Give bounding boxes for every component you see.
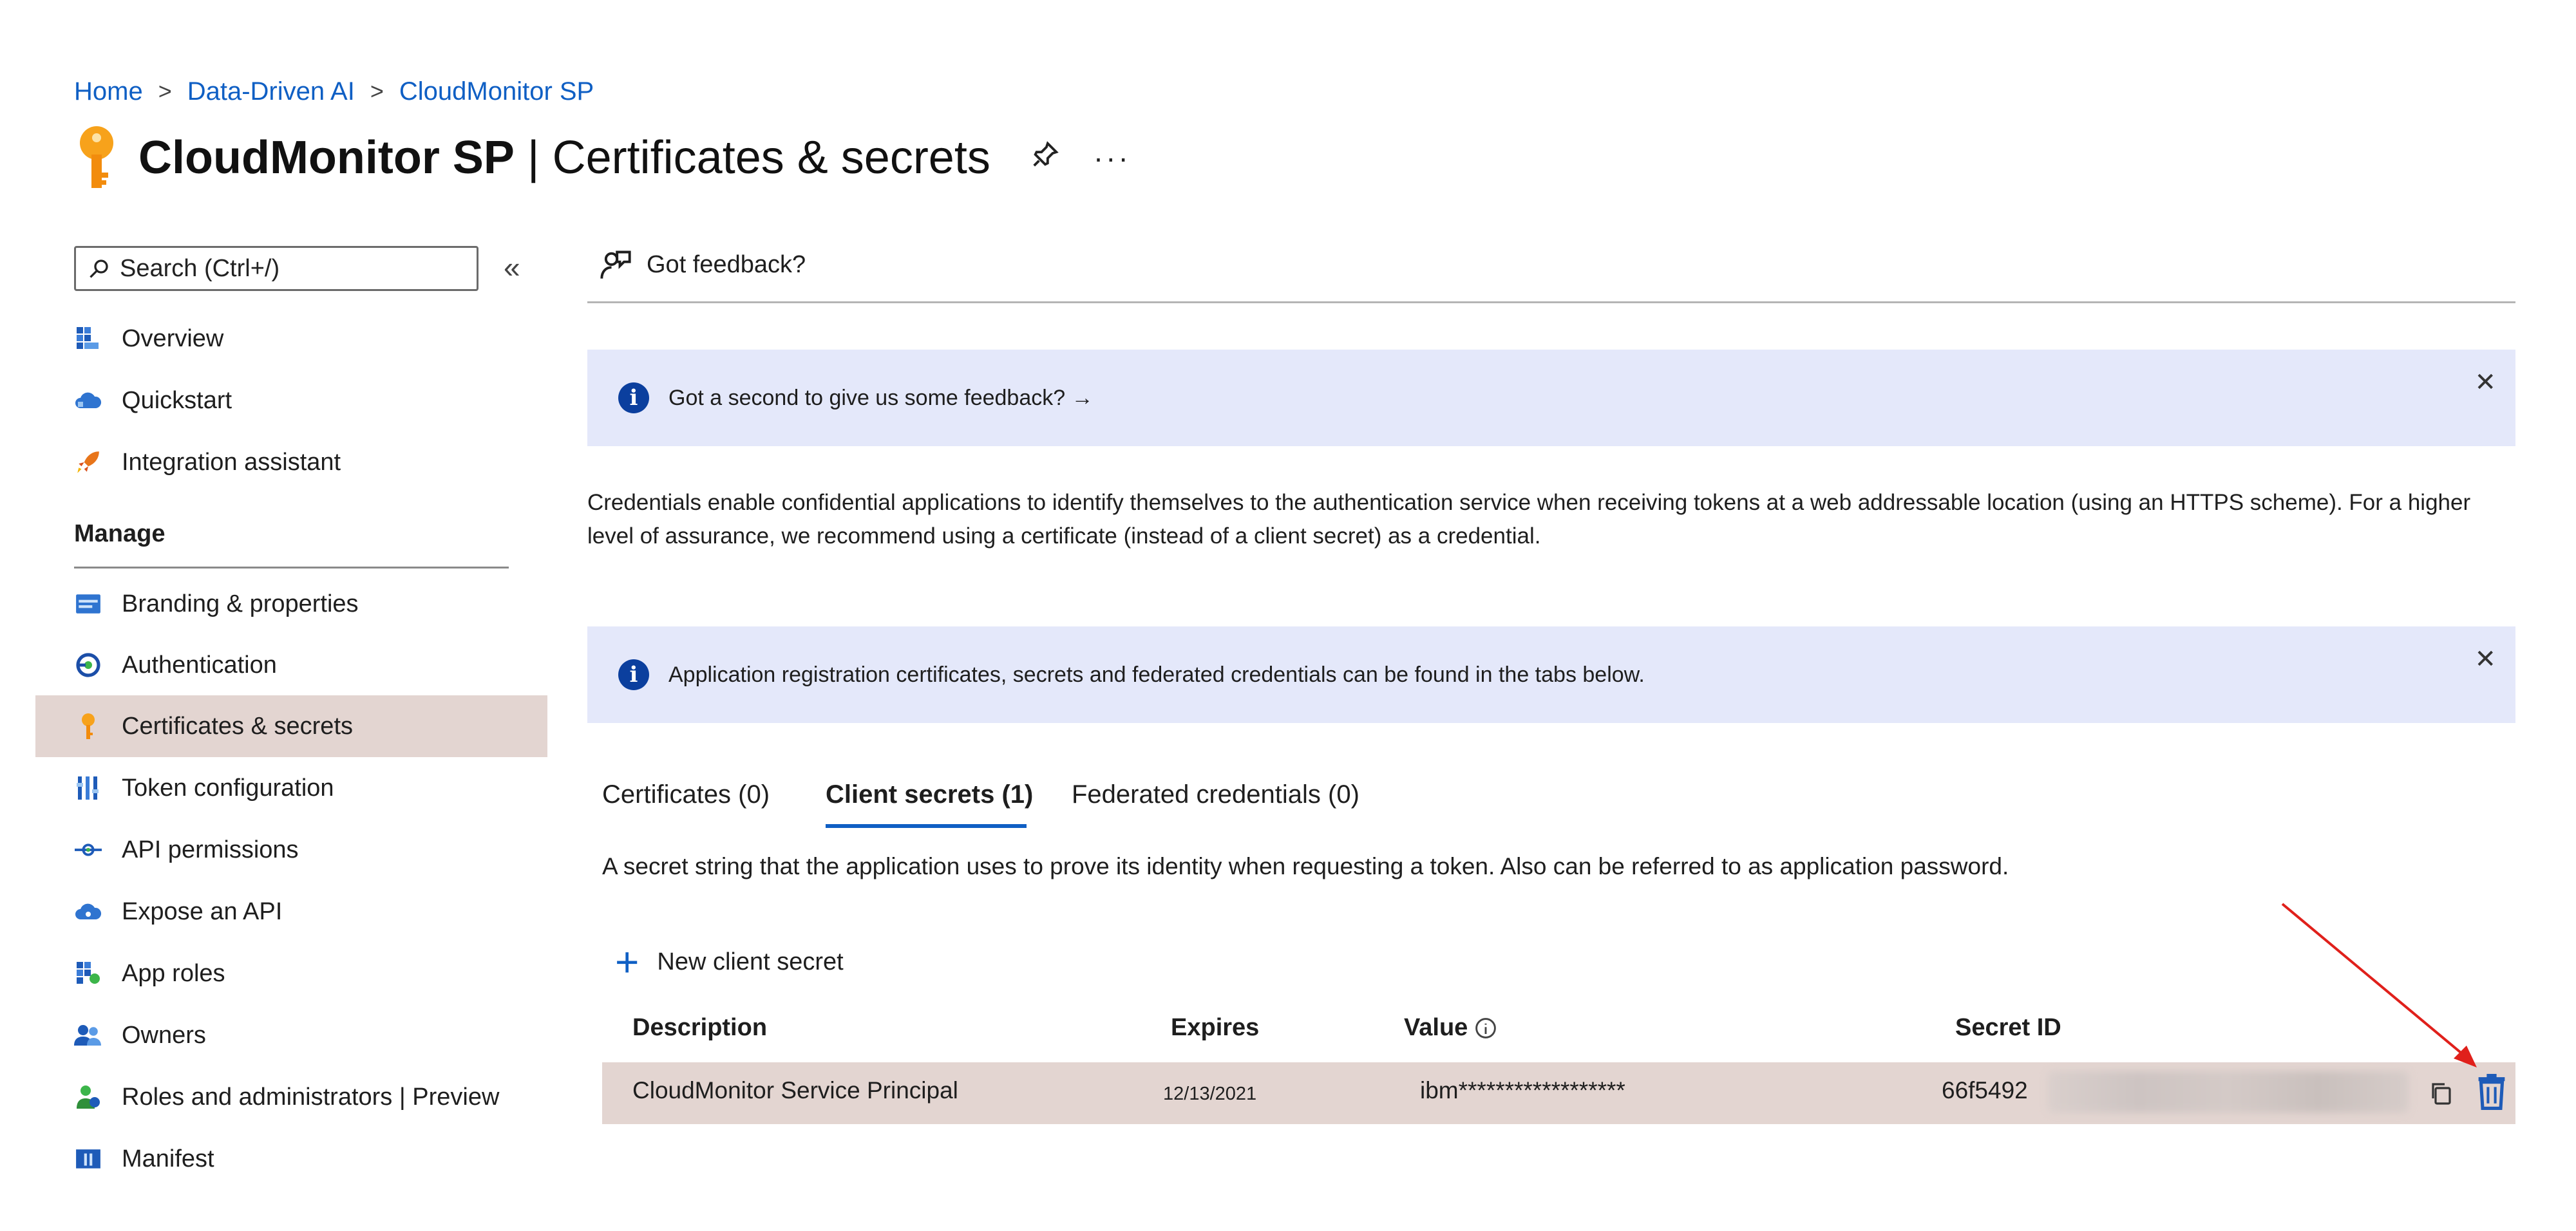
sidebar-item-authentication[interactable]: Authentication: [35, 634, 547, 696]
feedback-icon: [600, 250, 631, 279]
feedback-banner[interactable]: i Got a second to give us some feedback?…: [587, 350, 2515, 446]
sidebar-item-label: Quickstart: [122, 386, 232, 414]
column-header-expires: Expires: [1171, 1014, 1260, 1041]
owners-icon: [74, 1021, 102, 1049]
column-header-description: Description: [632, 1014, 768, 1041]
rocket-icon: [74, 448, 102, 476]
delete-icon[interactable]: [2477, 1074, 2506, 1113]
manage-section-heading: Manage: [74, 520, 166, 547]
tab-client-secrets[interactable]: Client secrets (1): [826, 780, 1033, 809]
sidebar-search-input[interactable]: Search (Ctrl+/): [74, 246, 478, 291]
info-icon: i: [618, 659, 649, 690]
token-icon: [74, 774, 102, 802]
more-options-button[interactable]: ···: [1094, 140, 1131, 175]
cloud-api-icon: [74, 897, 102, 926]
close-icon[interactable]: ✕: [2474, 368, 2496, 397]
close-icon[interactable]: ✕: [2474, 644, 2496, 674]
new-client-secret-button[interactable]: + New client secret: [615, 941, 844, 982]
search-placeholder: Search (Ctrl+/): [120, 254, 280, 282]
column-header-secret-id: Secret ID: [1955, 1014, 2061, 1041]
info-icon[interactable]: [1474, 1017, 1497, 1040]
page-header: CloudMonitor SP | Certificates & secrets…: [74, 122, 1131, 193]
sidebar-item-branding[interactable]: Branding & properties: [35, 573, 547, 635]
cloud-quickstart-icon: [74, 386, 102, 415]
breadcrumb: Home > Data-Driven AI > CloudMonitor SP: [74, 72, 594, 111]
divider: [74, 567, 509, 569]
sidebar-item-label: Certificates & secrets: [122, 712, 353, 740]
active-tab-indicator: [826, 824, 1027, 828]
tab-federated-credentials[interactable]: Federated credentials (0): [1072, 780, 1359, 809]
info-banner: i Application registration certificates,…: [587, 626, 2515, 723]
feedback-label: Got feedback?: [647, 250, 806, 278]
credentials-description: Credentials enable confidential applicat…: [587, 490, 2471, 549]
column-header-value-label: Value: [1404, 1014, 1468, 1041]
pin-icon[interactable]: [1030, 140, 1060, 176]
search-icon: [90, 259, 108, 278]
sidebar-item-token-configuration[interactable]: Token configuration: [35, 757, 547, 819]
page-title: CloudMonitor SP | Certificates & secrets: [138, 132, 990, 183]
sidebar-item-label: API permissions: [122, 836, 299, 863]
sidebar-item-owners[interactable]: Owners: [35, 1004, 547, 1066]
overview-icon: [74, 324, 102, 353]
manifest-icon: [74, 1145, 102, 1173]
breadcrumb-separator: >: [158, 78, 172, 104]
sidebar-item-label: Authentication: [122, 651, 277, 679]
roles-admin-icon: [74, 1083, 102, 1111]
key-icon: [74, 712, 102, 740]
secret-id-cell: 66f5492: [1942, 1077, 2028, 1104]
annotation-arrow: [2280, 901, 2486, 1078]
sidebar-item-certificates-secrets[interactable]: Certificates & secrets: [35, 695, 547, 757]
plus-icon: +: [615, 939, 639, 985]
copy-icon[interactable]: [2428, 1080, 2454, 1109]
sidebar-item-label: Manifest: [122, 1145, 214, 1172]
sidebar-item-roles-administrators[interactable]: Roles and administrators | Preview: [35, 1066, 547, 1128]
new-client-secret-label: New client secret: [657, 948, 844, 975]
sidebar-item-manifest[interactable]: Manifest: [35, 1128, 547, 1190]
secret-expires-cell: 12/13/2021: [1163, 1084, 1257, 1104]
sidebar-item-label: App roles: [122, 959, 225, 987]
sidebar-item-label: Owners: [122, 1021, 206, 1049]
breadcrumb-app[interactable]: CloudMonitor SP: [399, 77, 594, 106]
sidebar-item-integration-assistant[interactable]: Integration assistant: [35, 431, 547, 493]
feedback-banner-text[interactable]: Got a second to give us some feedback? →: [668, 386, 1094, 411]
info-banner-text: Application registration certificates, s…: [668, 662, 1645, 687]
tab-certificates[interactable]: Certificates (0): [602, 780, 770, 809]
collapse-sidebar-button[interactable]: «: [504, 250, 520, 285]
api-permissions-icon: [74, 836, 102, 864]
sidebar-item-expose-api[interactable]: Expose an API: [35, 881, 547, 943]
sidebar-item-label: Overview: [122, 324, 224, 352]
app-roles-icon: [74, 959, 102, 988]
sidebar-item-label: Roles and administrators | Preview: [122, 1083, 500, 1111]
breadcrumb-directory[interactable]: Data-Driven AI: [187, 77, 355, 106]
sidebar-item-api-permissions[interactable]: API permissions: [35, 819, 547, 881]
secret-description-cell: CloudMonitor Service Principal: [632, 1077, 958, 1104]
secret-value-cell: ibm******************: [1420, 1077, 1625, 1104]
feedback-button[interactable]: Got feedback?: [599, 248, 806, 281]
sidebar-item-label: Branding & properties: [122, 590, 359, 617]
authentication-icon: [74, 651, 102, 679]
column-header-value: Value: [1404, 1014, 1497, 1042]
sidebar-item-quickstart[interactable]: Quickstart: [35, 370, 547, 431]
sidebar-item-overview[interactable]: Overview: [35, 308, 547, 370]
sidebar-item-label: Integration assistant: [122, 448, 341, 476]
sidebar-item-label: Expose an API: [122, 897, 283, 925]
sidebar-item-app-roles[interactable]: App roles: [35, 943, 547, 1004]
info-icon: i: [618, 382, 649, 413]
sidebar-item-label: Token configuration: [122, 774, 334, 802]
branding-icon: [74, 590, 102, 618]
divider: [587, 301, 2515, 303]
key-icon: [74, 122, 119, 193]
client-secrets-description: A secret string that the application use…: [602, 853, 2009, 879]
breadcrumb-home[interactable]: Home: [74, 77, 143, 106]
breadcrumb-separator: >: [370, 78, 384, 104]
